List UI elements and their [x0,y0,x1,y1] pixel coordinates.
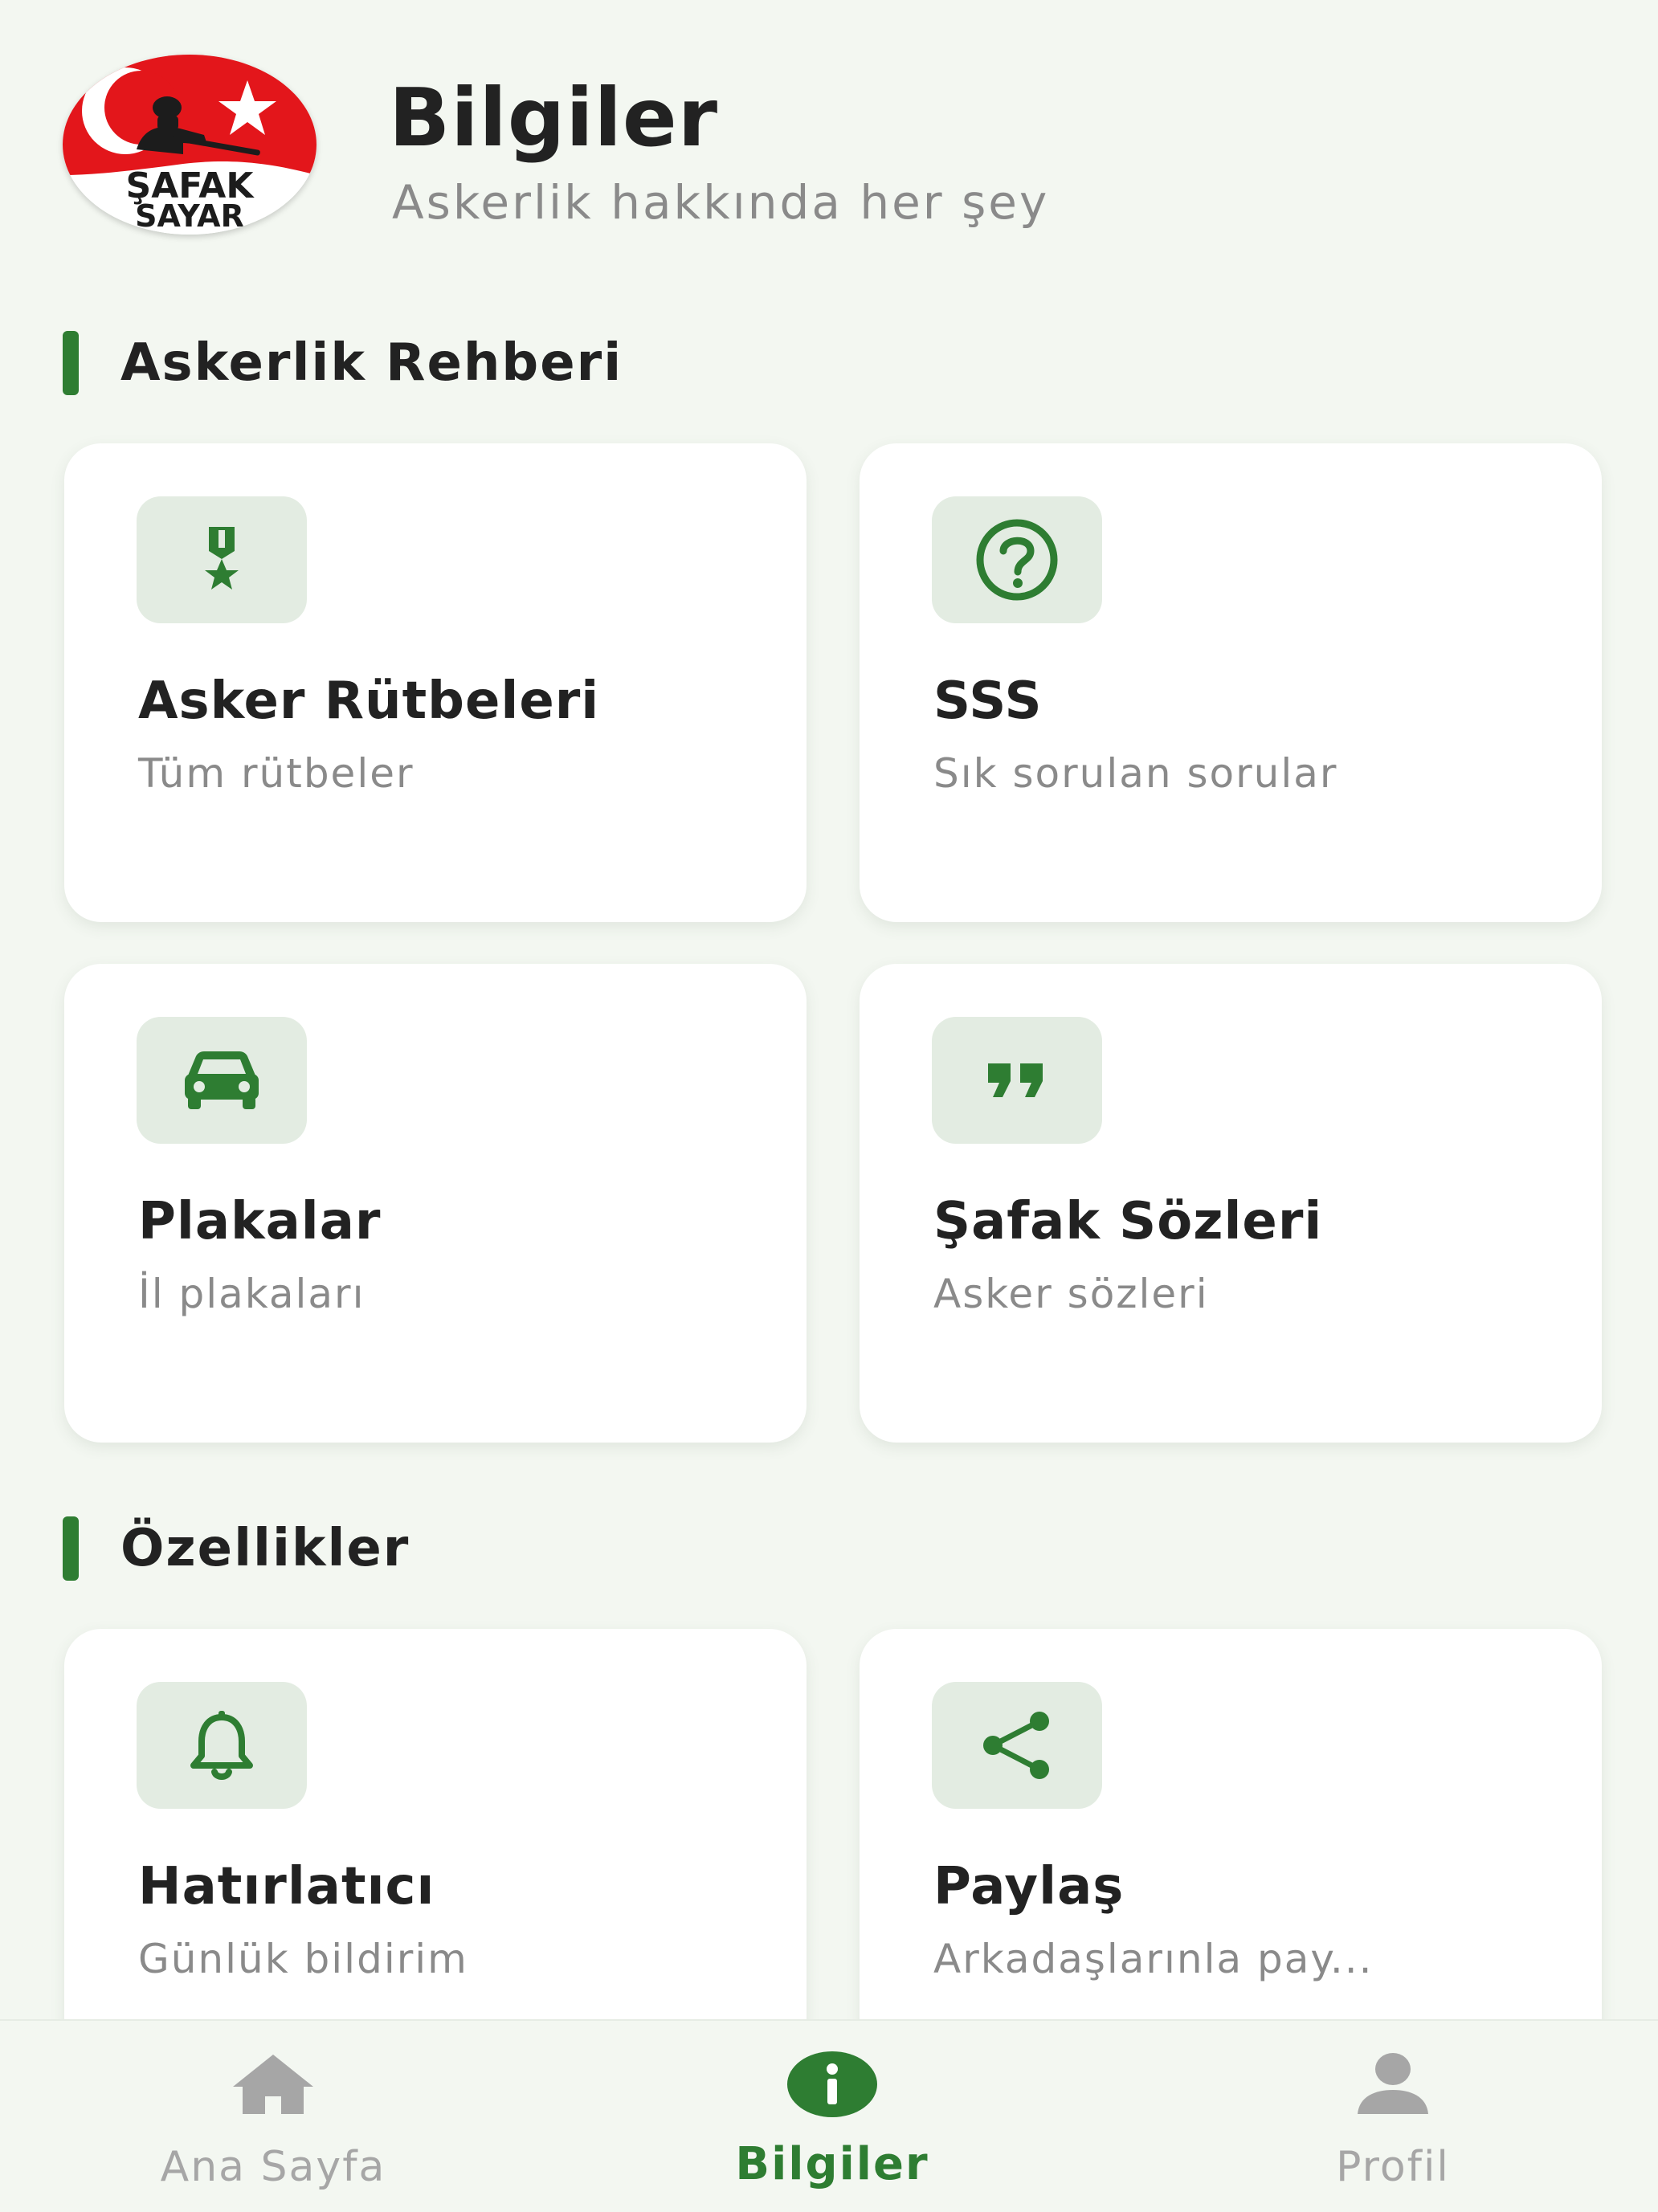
card-icon-tile [137,496,307,623]
card-icon-tile [137,1682,307,1809]
card-title: Şafak Sözleri [933,1192,1323,1251]
nav-item-ana-sayfa[interactable]: Ana Sayfa [104,2021,442,2212]
card-subtitle: Günlük bildirim [138,1936,468,1982]
card-icon-tile [932,1017,1102,1144]
card-icon-tile [137,1017,307,1144]
quote-icon [988,1063,1043,1097]
section-label: Askerlik Rehberi [120,333,623,393]
section-heading-askerlik-rehberi: Askerlik Rehberi [63,331,623,395]
page-title: Bilgiler [389,71,719,165]
share-icon [983,1712,1049,1779]
nav-label: Bilgiler [735,2138,929,2190]
info-icon [787,2051,877,2117]
card-plakalar[interactable]: Plakalar İl plakaları [64,964,807,1443]
nav-label: Ana Sayfa [160,2143,386,2191]
bell-icon [190,1711,253,1780]
section-accent-bar [63,1516,79,1581]
card-title: Plakalar [138,1192,382,1251]
help-circle-icon [976,519,1058,601]
car-icon [185,1051,259,1109]
section-label: Özellikler [120,1519,410,1578]
card-title: Hatırlatıcı [138,1857,435,1916]
card-subtitle: Asker sözleri [933,1271,1209,1317]
home-icon [233,2055,313,2114]
card-subtitle: Sık sorulan sorular [933,750,1338,797]
nav-label: Profil [1336,2143,1450,2191]
card-safak-sozleri[interactable]: Şafak Sözleri Asker sözleri [860,964,1602,1443]
card-icon-tile [932,1682,1102,1809]
card-icon-tile [932,496,1102,623]
nav-item-bilgiler[interactable]: Bilgiler [664,2021,1001,2212]
logo-text-bottom: SAYAR [135,198,244,234]
medal-icon [205,527,239,590]
bottom-navigation: Ana Sayfa Bilgiler Profil [0,2019,1658,2212]
card-asker-rutbeleri[interactable]: Asker Rütbeleri Tüm rütbeler [64,443,807,922]
section-accent-bar [63,331,79,395]
section-heading-ozellikler: Özellikler [63,1516,410,1581]
app-logo: ŞAFAK SAYAR [63,55,316,235]
nav-item-profil[interactable]: Profil [1224,2021,1562,2212]
card-title: Paylaş [933,1857,1125,1916]
card-title: Asker Rütbeleri [138,671,600,731]
card-sss[interactable]: SSS Sık sorulan sorular [860,443,1602,922]
card-title: SSS [933,671,1043,731]
card-subtitle: Arkadaşlarınla pay... [933,1936,1374,1982]
card-subtitle: Tüm rütbeler [138,750,414,797]
person-icon [1358,2053,1428,2114]
safak-sayar-logo-icon: ŞAFAK SAYAR [63,55,316,235]
page-subtitle: Askerlik hakkında her şey [392,175,1050,230]
card-subtitle: İl plakaları [138,1271,365,1317]
